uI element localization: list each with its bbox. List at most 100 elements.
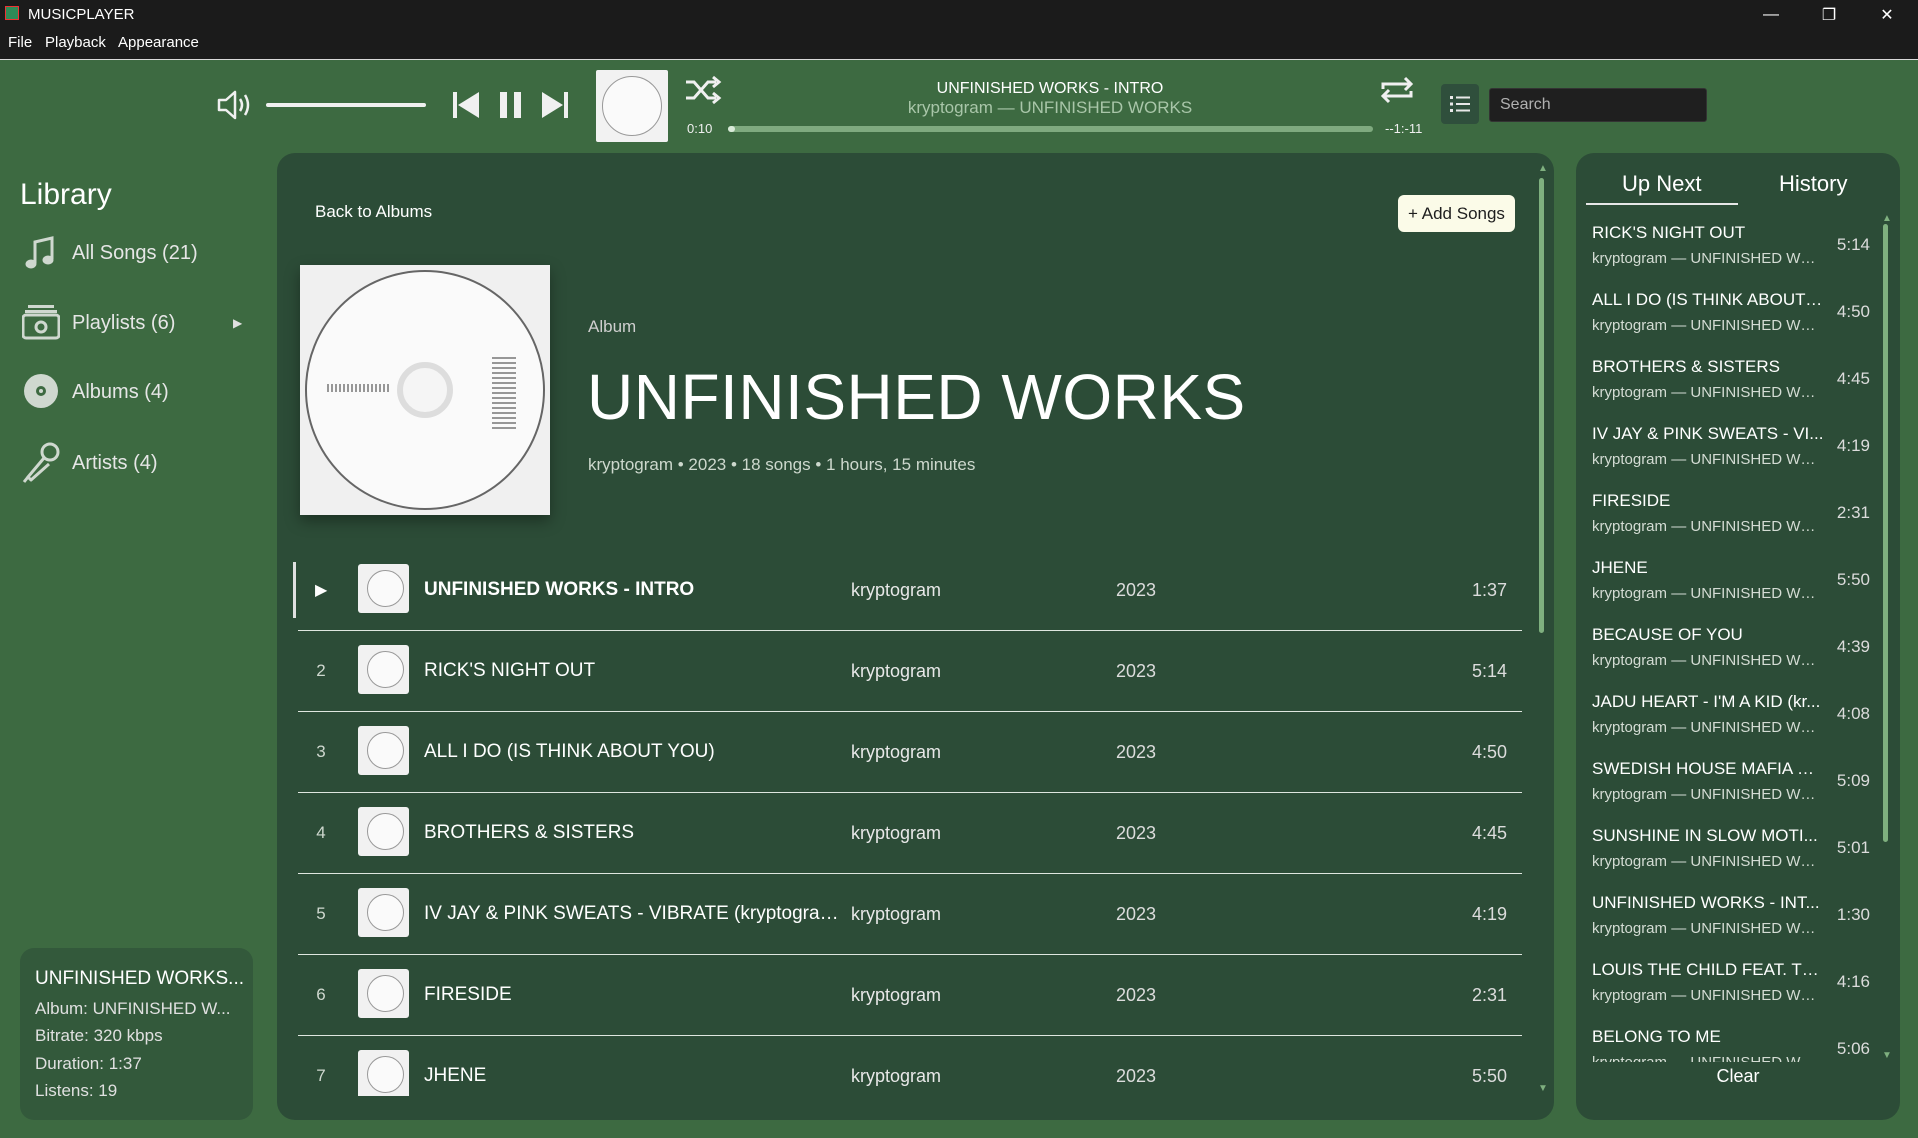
queue-item-duration: 5:06 <box>1836 1039 1870 1058</box>
queue-item-subtitle: kryptogram — UNFINISHED WO... <box>1592 317 1824 334</box>
queue-scroll-down-icon[interactable]: ▼ <box>1882 1050 1892 1061</box>
queue-item-duration: 2:31 <box>1836 503 1870 522</box>
track-duration: 2:31 <box>1471 985 1507 1005</box>
clear-queue-button[interactable]: Clear <box>1690 1066 1786 1087</box>
close-button[interactable]: ✕ <box>1858 0 1916 29</box>
scroll-down-icon[interactable]: ▼ <box>1538 1083 1548 1094</box>
queue-item-duration: 5:50 <box>1836 570 1870 589</box>
track-duration: 4:45 <box>1471 823 1507 843</box>
progress-bar[interactable] <box>728 126 1373 132</box>
queue-scrollbar[interactable] <box>1883 224 1888 842</box>
queue-item-title[interactable]: UNFINISHED WORKS - INT... <box>1592 893 1824 913</box>
track-number: 2 <box>316 661 326 680</box>
sidebar-item-albums[interactable]: Albums (4) <box>20 373 250 413</box>
queue-item-subtitle: kryptogram — UNFINISHED WO... <box>1592 786 1824 803</box>
queue-item-duration: 4:16 <box>1836 972 1870 991</box>
track-duration: 1:37 <box>1471 580 1507 600</box>
track-title: BROTHERS & SISTERS <box>424 822 635 843</box>
add-songs-button[interactable]: + Add Songs <box>1398 195 1515 232</box>
pause-icon[interactable] <box>498 90 524 120</box>
queue-item-subtitle: kryptogram — UNFINISHED WO... <box>1592 920 1824 937</box>
queue-item-subtitle: kryptogram — UNFINISHED WO... <box>1592 987 1824 1004</box>
album-disc-icon <box>24 374 58 408</box>
expand-arrow-icon[interactable]: ▶ <box>233 316 242 330</box>
queue-item-subtitle: kryptogram — UNFINISHED WO... <box>1592 853 1824 870</box>
track-year: 2023 <box>1116 742 1157 762</box>
menu-playback[interactable]: Playback <box>45 34 106 51</box>
album-scrollbar[interactable] <box>1539 178 1544 633</box>
microphone-icon <box>22 442 60 483</box>
queue-item-title[interactable]: IV JAY & PINK SWEATS - VI... <box>1592 424 1824 444</box>
repeat-icon[interactable] <box>1378 74 1416 106</box>
queue-item-duration: 1:30 <box>1836 905 1870 924</box>
previous-track-icon[interactable] <box>452 90 480 120</box>
maximize-button[interactable]: ❐ <box>1800 0 1858 29</box>
queue-item-subtitle: kryptogram — UNFINISHED WO... <box>1592 652 1824 669</box>
active-row-indicator <box>293 562 296 618</box>
sidebar-item-playlists[interactable]: Playlists (6) ▶ <box>20 304 250 344</box>
tab-up-next[interactable]: Up Next <box>1622 171 1701 197</box>
track-title: ALL I DO (IS THINK ABOUT YOU) <box>424 741 715 762</box>
track-duration: 5:14 <box>1471 661 1507 681</box>
queue-item-duration: 4:39 <box>1836 637 1870 656</box>
back-to-albums-button[interactable]: Back to Albums <box>315 202 432 222</box>
sidebar-item-label: Artists (4) <box>72 452 158 474</box>
next-track-icon[interactable] <box>541 90 569 120</box>
queue-item-subtitle: kryptogram — UNFINISHED WO... <box>1592 719 1824 736</box>
track-year: 2023 <box>1116 904 1157 924</box>
track-year: 2023 <box>1116 661 1157 681</box>
queue-item-title[interactable]: BROTHERS & SISTERS <box>1592 357 1824 377</box>
play-icon[interactable]: ▶ <box>315 580 327 600</box>
queue-item-title[interactable]: ALL I DO (IS THINK ABOUT ... <box>1592 290 1824 310</box>
track-year: 2023 <box>1116 580 1157 600</box>
queue-item-title[interactable]: BELONG TO ME <box>1592 1027 1824 1047</box>
volume-icon[interactable] <box>216 88 254 122</box>
track-title: UNFINISHED WORKS - INTRO <box>424 579 695 600</box>
track-artist: kryptogram <box>851 985 942 1005</box>
queue-item-title[interactable]: JHENE <box>1592 558 1824 578</box>
queue-item-duration: 4:08 <box>1836 704 1870 723</box>
track-year: 2023 <box>1116 823 1157 843</box>
now-playing-cover <box>596 70 668 142</box>
track-artist: kryptogram <box>851 1066 942 1086</box>
queue-item-title[interactable]: LOUIS THE CHILD FEAT. TH... <box>1592 960 1824 980</box>
tab-history[interactable]: History <box>1779 171 1847 197</box>
track-number: 6 <box>316 985 326 1004</box>
sidebar-item-all-songs[interactable]: All Songs (21) <box>20 236 250 276</box>
queue-toggle-button[interactable] <box>1441 84 1479 124</box>
scroll-up-icon[interactable]: ▲ <box>1538 163 1548 174</box>
track-thumbnail <box>358 969 409 1018</box>
playlist-icon <box>22 305 60 340</box>
queue-item-duration: 4:45 <box>1836 369 1870 388</box>
queue-item-subtitle: kryptogram — UNFINISHED WO... <box>1592 451 1824 468</box>
elapsed-time: 0:10 <box>687 121 713 136</box>
music-note-icon <box>25 236 54 269</box>
info-listens: Listens: 19 <box>35 1081 118 1100</box>
track-title[interactable]: JHENE <box>424 1065 849 1087</box>
queue-scroll-up-icon[interactable]: ▲ <box>1882 213 1892 224</box>
queue-item-title[interactable]: SWEDISH HOUSE MAFIA & ... <box>1592 759 1824 779</box>
volume-slider[interactable] <box>266 103 426 107</box>
queue-item-subtitle: kryptogram — UNFINISHED WO... <box>1592 518 1824 535</box>
track-artist: kryptogram <box>851 823 942 843</box>
track-thumbnail <box>358 564 409 613</box>
menu-file[interactable]: File <box>8 34 32 51</box>
queue-item-title[interactable]: FIRESIDE <box>1592 491 1824 511</box>
track-number: 3 <box>316 742 326 761</box>
queue-item-title[interactable]: RICK'S NIGHT OUT <box>1592 223 1824 243</box>
minimize-button[interactable]: — <box>1742 0 1800 29</box>
track-title: FIRESIDE <box>424 984 512 1005</box>
menu-appearance[interactable]: Appearance <box>118 34 199 51</box>
queue-item-title[interactable]: BECAUSE OF YOU <box>1592 625 1824 645</box>
sidebar-item-artists[interactable]: Artists (4) <box>20 441 250 483</box>
queue-item-title[interactable]: JADU HEART - I'M A KID (kr... <box>1592 692 1824 712</box>
queue-item-title[interactable]: SUNSHINE IN SLOW MOTI... <box>1592 826 1824 846</box>
library-title: Library <box>20 178 112 211</box>
queue-item-duration: 4:50 <box>1836 302 1870 321</box>
active-tab-underline <box>1586 203 1738 205</box>
track-year: 2023 <box>1116 1066 1157 1086</box>
search-input[interactable] <box>1489 88 1707 122</box>
window-title: MUSICPLAYER <box>28 6 135 23</box>
track-title: RICK'S NIGHT OUT <box>424 660 596 681</box>
list-icon <box>1450 96 1470 112</box>
